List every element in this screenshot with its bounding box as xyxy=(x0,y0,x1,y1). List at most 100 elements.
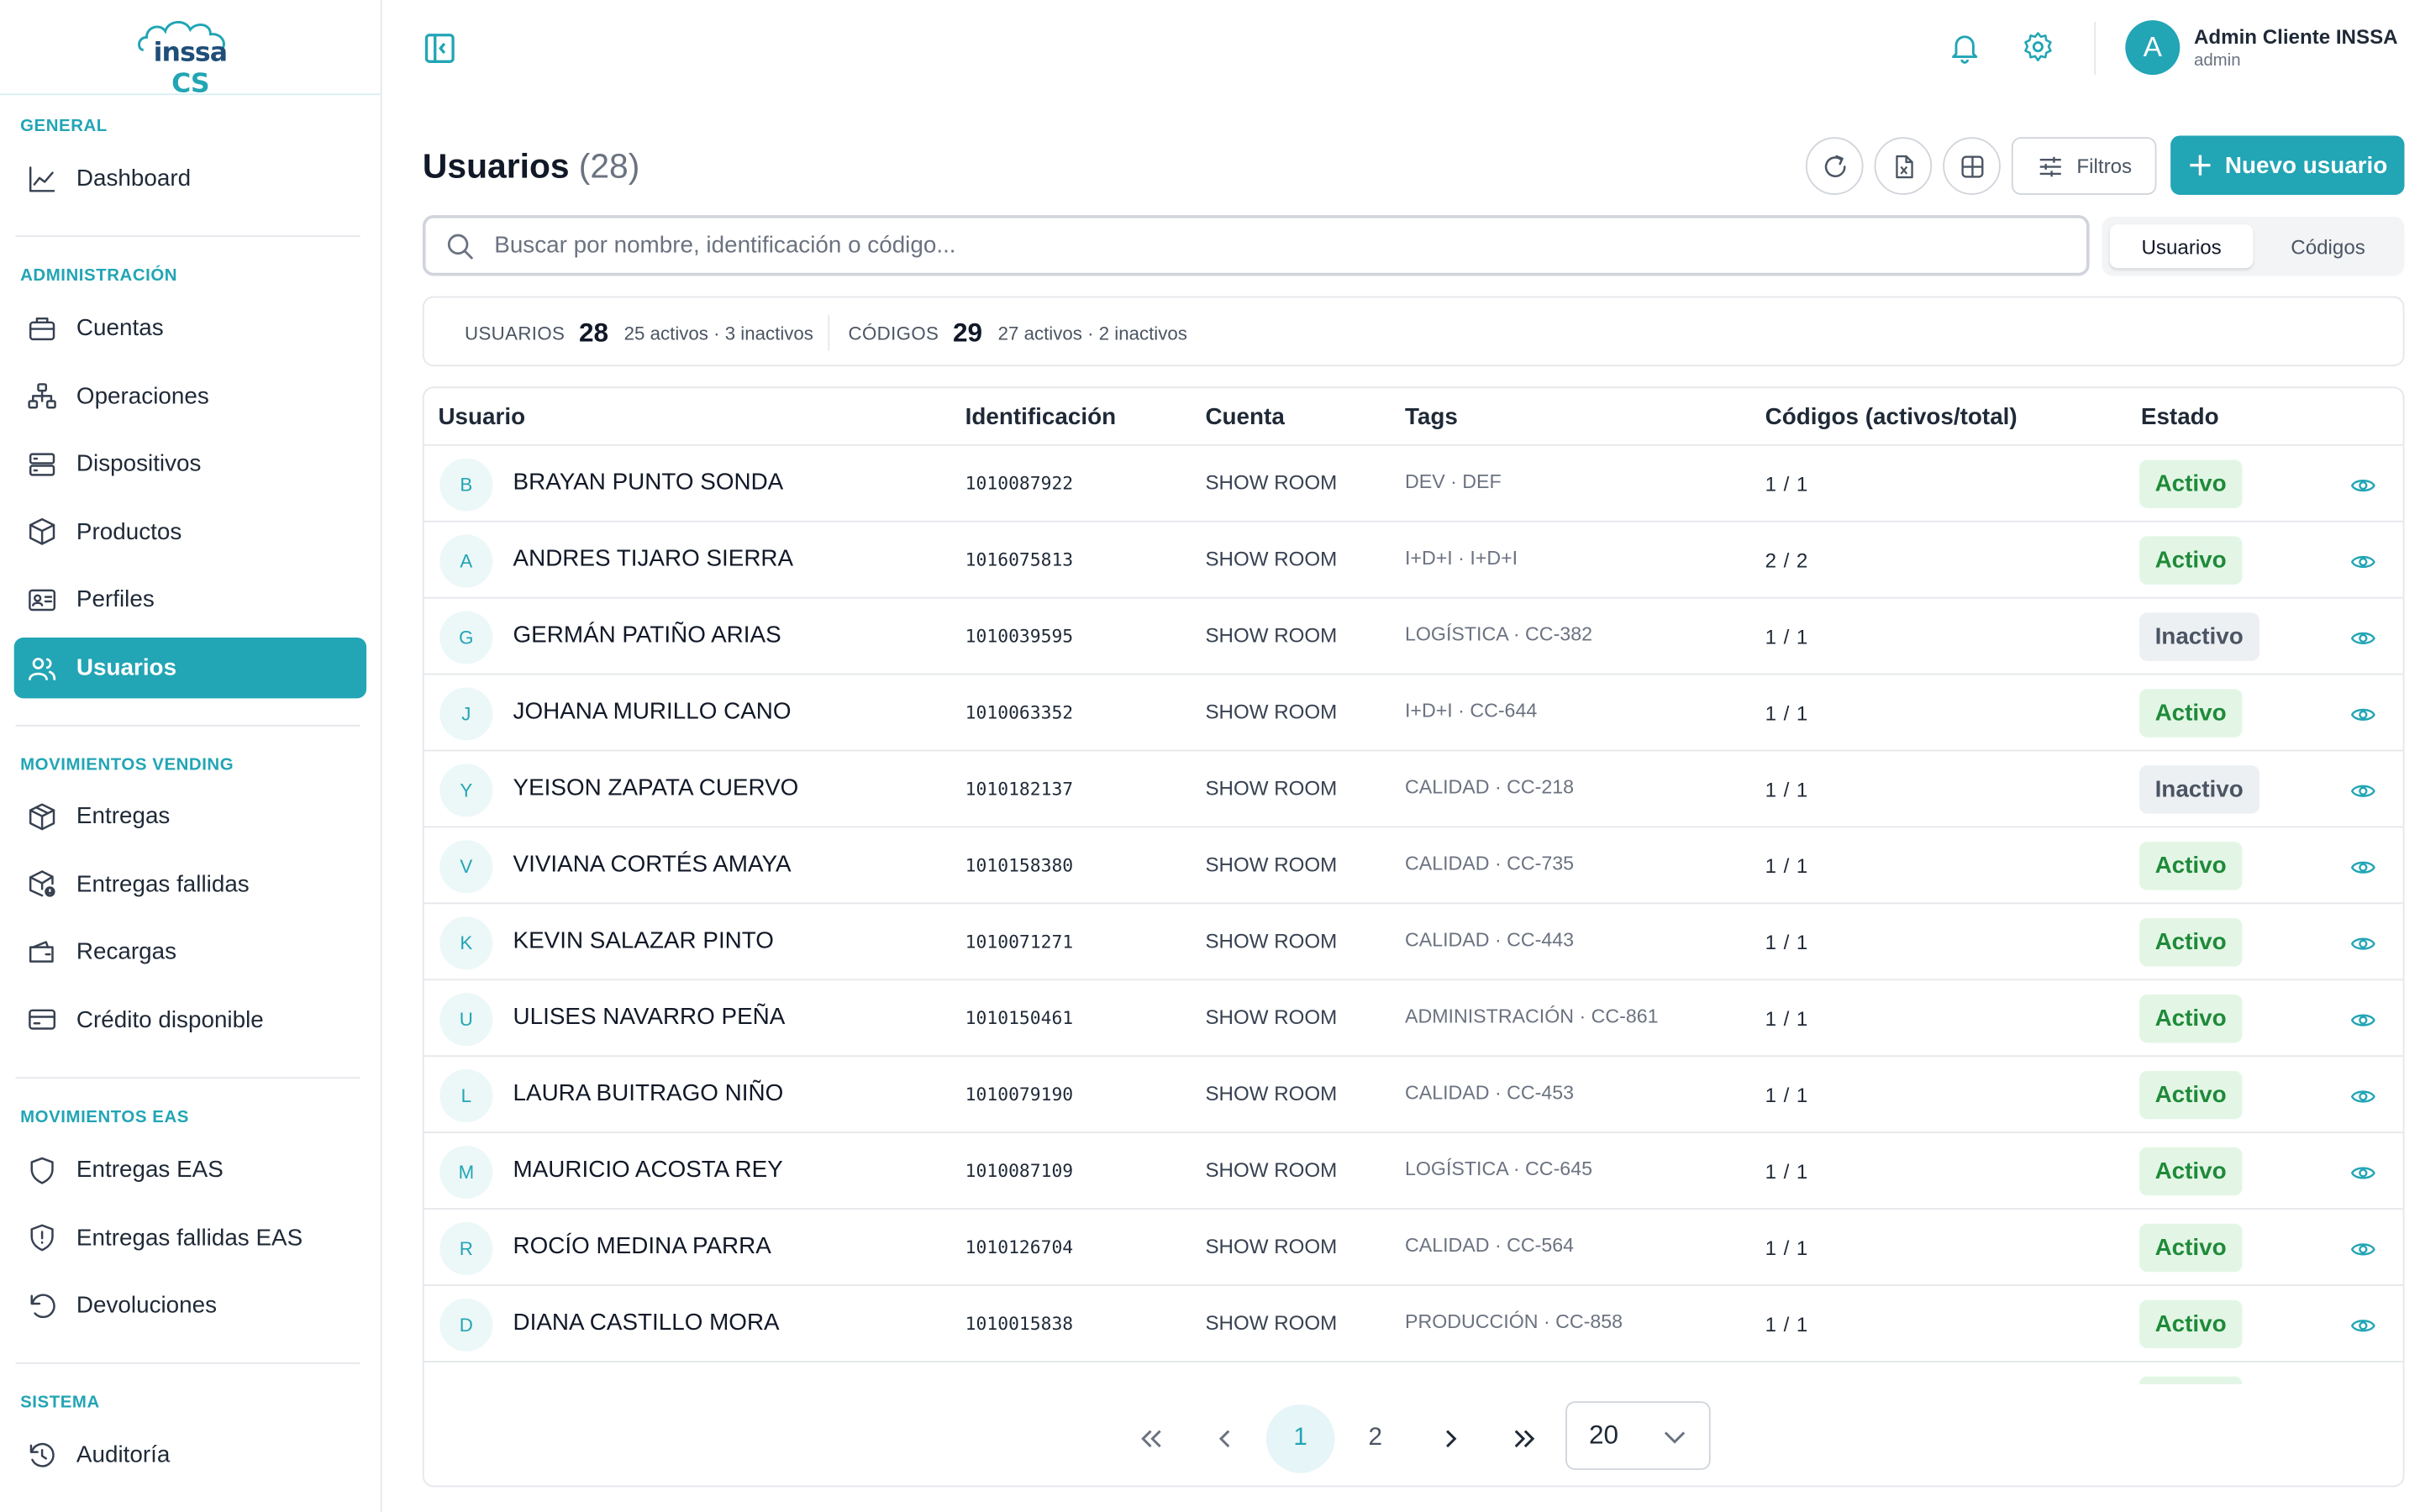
user-name[interactable]: Admin Cliente INSSA xyxy=(2194,25,2398,49)
user-name-cell[interactable]: DIANA CASTILLO MORA xyxy=(513,1310,780,1336)
table-row[interactable]: K KEVIN SALAZAR PINTO 1010071271 SHOW ROOM C… xyxy=(424,904,2403,981)
table-row[interactable]: D DIANA CASTILLO MORA 1010015838 SHOW ROOM P… xyxy=(424,1286,2403,1362)
sidebar-item-credito-disponible[interactable]: Crédito disponible xyxy=(14,990,366,1050)
sidebar-item-perfiles[interactable]: Perfiles xyxy=(14,570,366,630)
user-role: admin xyxy=(2193,51,2241,71)
tags-cell: LOGÍSTICA · CC-382 xyxy=(1404,623,1593,646)
settings-button[interactable] xyxy=(2021,29,2055,71)
sidebar-item-operaciones[interactable]: Operaciones xyxy=(14,365,366,426)
user-avatar-initial: K xyxy=(439,916,493,970)
view-user-button[interactable] xyxy=(2350,1084,2377,1118)
page-title: Usuarios (28) xyxy=(423,146,639,186)
sidebar-toggle-button[interactable] xyxy=(423,31,457,66)
status-badge: Activo xyxy=(2139,1147,2243,1196)
sidebar-item-entregas[interactable]: Entregas xyxy=(14,785,366,846)
table-row[interactable]: A ANDRES TIJARO SIERRA 1016075813 SHOW ROOM… xyxy=(424,522,2403,599)
user-name-cell[interactable]: JOHANA MURILLO CANO xyxy=(513,698,792,725)
table-row[interactable]: R ROCÍO MEDINA PARRA 1010126704 SHOW ROOM CA… xyxy=(424,1210,2403,1286)
user-name-cell[interactable]: BRAYAN PUNTO SONDA xyxy=(513,470,784,496)
view-user-button[interactable] xyxy=(2350,549,2377,583)
page-button-1[interactable]: 1 xyxy=(1265,1404,1335,1473)
sidebar-item-entregas-fallidas-eas[interactable]: Entregas fallidas EAS xyxy=(14,1207,366,1268)
user-avatar-initial: G xyxy=(439,611,493,664)
refresh-button[interactable] xyxy=(1805,137,1864,195)
filters-button[interactable]: Filtros xyxy=(2011,137,2157,195)
view-user-button[interactable] xyxy=(2350,1236,2377,1271)
view-user-button[interactable] xyxy=(2350,701,2377,736)
sidebar-divider xyxy=(15,1362,360,1364)
table-row[interactable]: J JOHANA MURILLO CANO 1010063352 SHOW ROOM I… xyxy=(424,675,2403,752)
sidebar-item-recargas[interactable]: Recargas xyxy=(14,921,366,982)
new-user-button[interactable]: Nuevo usuario xyxy=(2170,135,2405,195)
account-cell: SHOW ROOM xyxy=(1205,1081,1338,1105)
sidebar-item-dispositivos[interactable]: Dispositivos xyxy=(14,433,366,494)
status-badge: Activo xyxy=(2139,1299,2243,1349)
column-header-tags[interactable]: Tags xyxy=(1405,404,1458,431)
user-name-cell[interactable]: LAURA BUITRAGO NIÑO xyxy=(513,1080,784,1107)
last-page-button[interactable] xyxy=(1491,1404,1560,1473)
sidebar-item-devoluciones[interactable]: Devoluciones xyxy=(14,1275,366,1336)
prev-page-button[interactable] xyxy=(1192,1404,1260,1473)
view-user-button[interactable] xyxy=(2350,625,2377,659)
tags-cell: CALIDAD · CC-218 xyxy=(1404,776,1575,799)
columns-button[interactable] xyxy=(1943,137,2001,195)
sidebar-item-productos[interactable]: Productos xyxy=(14,501,366,562)
network-icon xyxy=(25,379,60,413)
view-user-button[interactable] xyxy=(2350,1007,2377,1042)
account-cell: SHOW ROOM xyxy=(1205,1234,1338,1258)
page-size-select[interactable]: 20 xyxy=(1565,1401,1711,1470)
view-user-button[interactable] xyxy=(2350,1312,2377,1347)
table-row[interactable]: Y YEISON ZAPATA CUERVO 1010182137 SHOW ROOM… xyxy=(424,751,2403,828)
view-user-button[interactable] xyxy=(2350,778,2377,812)
sidebar-item-label: Cuentas xyxy=(76,314,164,342)
shield-alert-icon xyxy=(25,1221,60,1255)
user-name-cell[interactable]: ULISES NAVARRO PEÑA xyxy=(513,1004,786,1031)
user-name-cell[interactable]: KEVIN SALAZAR PINTO xyxy=(513,927,774,954)
column-header-estado[interactable]: Estado xyxy=(2141,404,2219,431)
page-button-2[interactable]: 2 xyxy=(1341,1404,1410,1473)
user-name-cell[interactable]: ANDRES TIJARO SIERRA xyxy=(513,545,794,572)
search-input[interactable] xyxy=(494,232,2054,260)
sidebar-item-dashboard[interactable]: Dashboard xyxy=(14,148,366,208)
column-header-codigos[interactable]: Códigos (activos/total) xyxy=(1765,404,2018,431)
user-name-cell[interactable]: MAURICIO ACOSTA REY xyxy=(513,1157,783,1184)
view-user-button[interactable] xyxy=(2350,854,2377,889)
column-header-identificacion[interactable]: Identificación xyxy=(965,404,1116,431)
table-row[interactable]: M MAURICIO ACOSTA REY 1010087109 SHOW ROOM L… xyxy=(424,1133,2403,1210)
notifications-button[interactable] xyxy=(1948,29,1982,71)
table-row[interactable]: L LAURA BUITRAGO NIÑO 1010079190 SHOW ROOM C… xyxy=(424,1057,2403,1134)
page-title-text: Usuarios xyxy=(422,146,570,186)
user-name-cell[interactable]: VIVIANA CORTÉS AMAYA xyxy=(513,851,792,878)
table-row[interactable]: V VIVIANA CORTÉS AMAYA 1010158380 SHOW ROOM… xyxy=(424,827,2403,905)
sidebar-item-usuarios[interactable]: Usuarios xyxy=(13,637,367,699)
next-page-button[interactable] xyxy=(1416,1404,1485,1473)
toggle-codigos[interactable]: Códigos xyxy=(2260,224,2396,268)
table-row[interactable]: B BRAYAN PUNTO SONDA 1010087922 SHOW ROOM DE… xyxy=(424,446,2403,522)
column-header-cuenta[interactable]: Cuenta xyxy=(1205,404,1284,431)
export-excel-button[interactable] xyxy=(1874,137,1933,195)
sidebar-item-cuentas[interactable]: Cuentas xyxy=(14,297,366,358)
sidebar-item-entregas-fallidas[interactable]: Entregas fallidas xyxy=(14,853,366,914)
view-user-button[interactable] xyxy=(2350,1160,2377,1194)
table-row[interactable]: G GERMÁN PATIÑO ARIAS 1010039595 SHOW ROOM L… xyxy=(424,599,2403,675)
column-header-usuario[interactable]: Usuario xyxy=(438,404,525,431)
table-row[interactable]: Activo xyxy=(424,1362,2403,1384)
user-name-cell[interactable]: ROCÍO MEDINA PARRA xyxy=(513,1233,771,1260)
logo[interactable]: inssa CS xyxy=(134,16,247,100)
sidebar-item-entregas-eas[interactable]: Entregas EAS xyxy=(14,1140,366,1200)
sidebar-item-auditoria[interactable]: Auditoría xyxy=(14,1425,366,1485)
tags-cell: PRODUCCIÓN · CC-858 xyxy=(1404,1310,1623,1333)
toggle-usuarios[interactable]: Usuarios xyxy=(2109,224,2254,269)
gear-icon xyxy=(2024,32,2052,62)
view-user-button[interactable] xyxy=(2350,931,2377,965)
chevrons-right-icon xyxy=(1514,1430,1535,1448)
user-name-cell[interactable]: YEISON ZAPATA CUERVO xyxy=(513,774,799,801)
table-row[interactable]: U ULISES NAVARRO PEÑA 1010150461 SHOW ROOM A… xyxy=(424,980,2403,1058)
view-user-button[interactable] xyxy=(2350,472,2377,507)
search-box[interactable] xyxy=(422,215,2090,276)
first-page-button[interactable] xyxy=(1117,1404,1186,1473)
user-avatar[interactable]: A xyxy=(2125,20,2181,76)
logo-text: inssa CS xyxy=(153,37,228,100)
identification-cell: 1010063352 xyxy=(965,701,1074,724)
user-name-cell[interactable]: GERMÁN PATIÑO ARIAS xyxy=(513,622,781,648)
